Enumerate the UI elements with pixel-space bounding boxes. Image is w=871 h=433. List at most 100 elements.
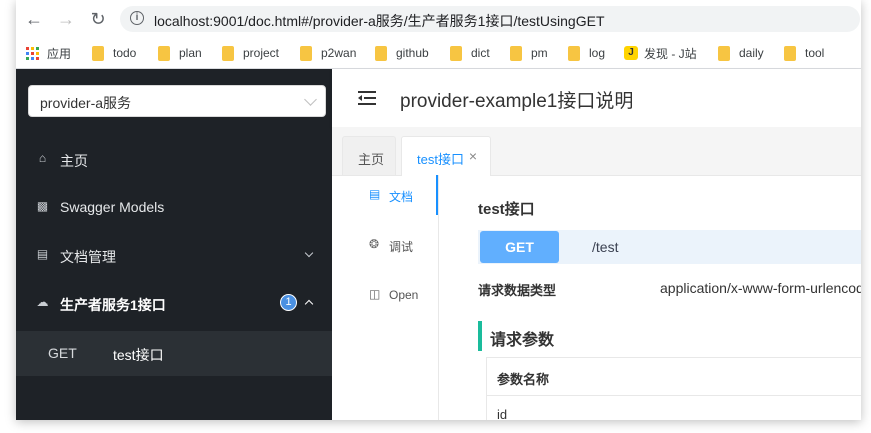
bookmark-p2wan[interactable]: p2wan xyxy=(300,44,356,62)
folder-icon xyxy=(510,45,522,61)
tab-label: 主页 xyxy=(358,152,385,167)
side-tab-label: 调试 xyxy=(389,240,414,254)
page-title: provider-example1接口说明 xyxy=(400,91,634,112)
bookmark-plan[interactable]: plan xyxy=(158,44,202,62)
chevron-down-icon xyxy=(304,93,317,106)
main-content: provider-example1接口说明 主页 test接口 × ▤ 文档 ❂… xyxy=(332,69,861,420)
home-icon: ⌂ xyxy=(38,151,47,165)
operation-side-tabs: ▤ 文档 ❂ 调试 ◫ Open xyxy=(332,175,439,420)
params-table-header: 参数名称 xyxy=(487,358,861,396)
bookmark-label: plan xyxy=(179,46,202,60)
bookmark-label: dict xyxy=(471,46,490,60)
sidebar-item-doc-management[interactable]: ▤ 文档管理 xyxy=(16,235,332,275)
bookmark-label: project xyxy=(243,46,280,60)
close-icon[interactable]: × xyxy=(469,148,477,164)
request-type-label: 请求数据类型 xyxy=(478,283,557,298)
side-tab-open[interactable]: ◫ Open xyxy=(332,275,438,315)
bookmark-pm[interactable]: pm xyxy=(510,44,548,62)
side-tab-label: 文档 xyxy=(389,190,414,204)
url-text[interactable]: localhost:9001/doc.html#/provider-a服务/生产… xyxy=(154,11,605,31)
browser-toolbar: ← → ↻ i localhost:9001/doc.html#/provide… xyxy=(16,0,861,38)
request-type-value: application/x-www-form-urlencoded xyxy=(660,280,861,296)
file-icon: ◫ xyxy=(369,287,381,301)
bug-icon: ❂ xyxy=(369,237,380,251)
bookmark-todo[interactable]: todo xyxy=(92,44,136,62)
section-marker xyxy=(478,321,482,351)
service-select[interactable]: provider-a服务 xyxy=(28,85,326,117)
folder-icon xyxy=(784,45,796,61)
bookmark-label: pm xyxy=(531,46,548,60)
bookmark-label: p2wan xyxy=(321,46,357,60)
header: provider-example1接口说明 xyxy=(332,69,861,128)
service-select-value: provider-a服务 xyxy=(40,95,132,111)
operation-detail: test接口 GET /test 请求数据类型 application/x-ww… xyxy=(454,175,861,420)
folder-icon xyxy=(92,45,104,61)
bookmark-label: todo xyxy=(113,46,137,60)
folder-icon xyxy=(450,45,462,61)
side-tab-doc[interactable]: ▤ 文档 xyxy=(332,175,438,215)
document-icon: ▤ xyxy=(369,187,381,201)
cube-icon: ▩ xyxy=(36,199,49,213)
chevron-down-icon xyxy=(304,248,314,258)
sidebar-item-swagger-models[interactable]: ▩ Swagger Models xyxy=(16,187,332,227)
sidebar: provider-a服务 ⌂ 主页 ▩ Swagger Models ▤ 文档管… xyxy=(16,69,332,420)
api-name: test接口 xyxy=(113,347,164,363)
folder-icon xyxy=(375,45,387,61)
folder-icon xyxy=(158,45,170,61)
bookmark-jianshu[interactable]: J 发现 - J站 xyxy=(624,44,697,62)
forward-icon[interactable]: → xyxy=(56,9,76,29)
cloud-icon: ☁ xyxy=(36,295,49,309)
params-table: 参数名称 id xyxy=(486,357,861,420)
site-info-icon[interactable]: i xyxy=(130,11,144,25)
apps-grid-icon xyxy=(26,46,39,60)
address-bar[interactable]: i localhost:9001/doc.html#/provider-a服务/… xyxy=(120,6,860,32)
bookmark-apps[interactable]: 应用 xyxy=(26,44,71,62)
bookmark-dict[interactable]: dict xyxy=(450,44,490,62)
param-name: id xyxy=(497,407,508,420)
bookmark-label: tool xyxy=(805,46,825,60)
menu-fold-icon[interactable] xyxy=(358,91,376,105)
params-section-title: 请求参数 xyxy=(490,332,555,349)
bookmark-project[interactable]: project xyxy=(222,44,279,62)
bookmark-daily[interactable]: daily xyxy=(718,44,764,62)
folder-icon xyxy=(718,45,730,61)
operation-title: test接口 xyxy=(478,201,535,218)
bookmark-log[interactable]: log xyxy=(568,44,605,62)
back-icon[interactable]: ← xyxy=(24,9,44,29)
bookmark-github[interactable]: github xyxy=(375,44,429,62)
tab-bar: 主页 test接口 × xyxy=(332,127,861,176)
bookmarks-bar: 应用 todo plan project p2wan github dict p… xyxy=(16,38,861,69)
count-badge: 1 xyxy=(280,294,297,311)
doc-settings-icon: ▤ xyxy=(36,247,49,261)
bookmark-label: log xyxy=(589,46,606,60)
chevron-up-icon xyxy=(304,299,314,309)
bookmark-label: daily xyxy=(739,46,764,60)
reload-icon[interactable]: ↻ xyxy=(88,9,108,29)
sidebar-item-label: 主页 xyxy=(60,153,88,169)
sidebar-item-label: 文档管理 xyxy=(60,249,116,265)
http-method-badge: GET xyxy=(480,231,559,263)
folder-icon xyxy=(300,45,312,61)
column-header: 参数名称 xyxy=(497,372,550,387)
sidebar-item-home[interactable]: ⌂ 主页 xyxy=(16,139,332,179)
jianshu-icon: J xyxy=(624,46,638,60)
operation-path: /test xyxy=(592,239,619,255)
sidebar-item-label: Swagger Models xyxy=(60,199,165,215)
bookmark-tool[interactable]: tool xyxy=(784,44,824,62)
tab-home[interactable]: 主页 xyxy=(342,136,396,175)
bookmark-label: 应用 xyxy=(47,46,72,61)
tab-label: test接口 xyxy=(417,152,464,167)
side-tab-label: Open xyxy=(389,288,419,302)
side-tab-debug[interactable]: ❂ 调试 xyxy=(332,225,438,265)
browser-window: ← → ↻ i localhost:9001/doc.html#/provide… xyxy=(16,0,861,420)
folder-icon xyxy=(222,45,234,61)
method-label: GET xyxy=(48,345,77,361)
tab-test-api[interactable]: test接口 × xyxy=(401,136,491,176)
sidebar-item-producer-service[interactable]: ☁ 生产者服务1接口 1 xyxy=(16,283,332,323)
sidebar-item-label: 生产者服务1接口 xyxy=(60,297,166,313)
folder-icon xyxy=(568,45,580,61)
sidebar-subitem-test[interactable]: GET test接口 xyxy=(16,331,332,376)
bookmark-label: 发现 - J站 xyxy=(644,46,697,61)
operation-summary-bar: GET /test xyxy=(478,230,861,264)
bookmark-label: github xyxy=(396,46,429,60)
